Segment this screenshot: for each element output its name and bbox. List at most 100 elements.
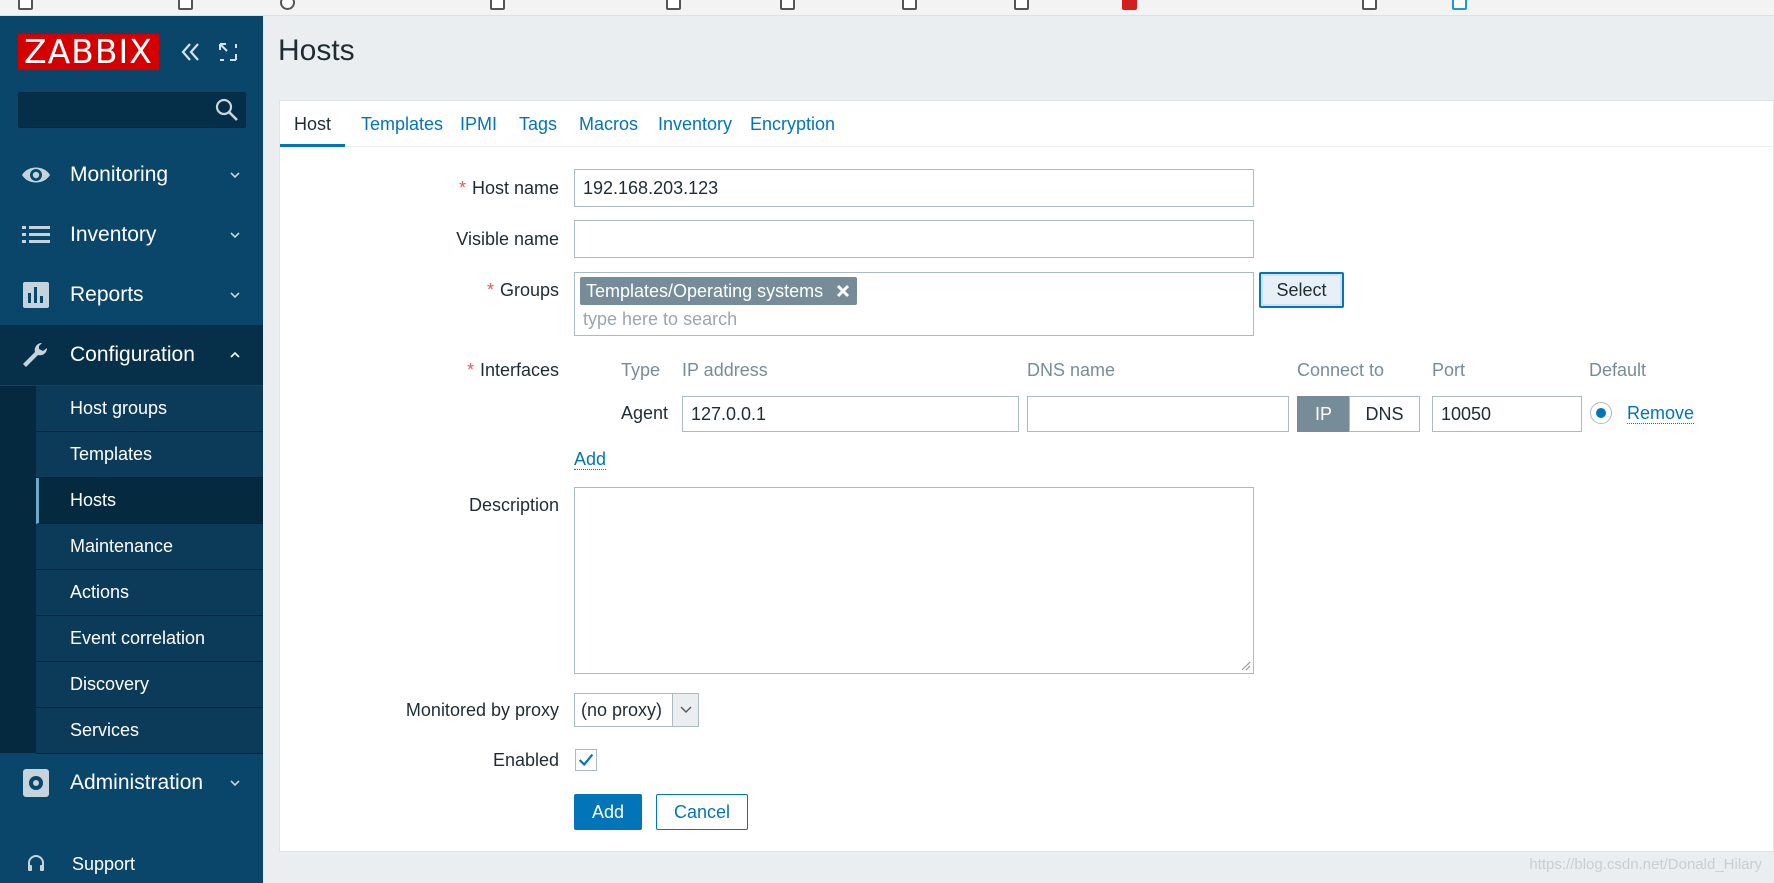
select-groups-button[interactable]: Select	[1259, 272, 1344, 308]
interfaces-label: * Interfaces	[466, 360, 559, 380]
folder-icon	[780, 0, 795, 10]
menu-configuration-label: Configuration	[70, 343, 195, 366]
submenu-item-hosts[interactable]: Hosts	[36, 478, 263, 524]
add-button[interactable]: Add	[574, 794, 642, 830]
add-interface-link[interactable]: Add	[574, 449, 607, 470]
tab-tags[interactable]: Tags	[505, 101, 571, 147]
menu-administration-label: Administration	[70, 771, 204, 794]
folder-icon	[1362, 0, 1377, 10]
submenu-item-services[interactable]: Services	[36, 708, 263, 754]
groups-search-input[interactable]: type here to search	[583, 309, 737, 330]
bookmark-item[interactable]	[1362, 0, 1377, 12]
bookmark-item[interactable]	[1452, 0, 1467, 12]
configuration-submenu: Host groups Templates Hosts Maintenance …	[0, 386, 263, 754]
chevron-down-icon	[230, 172, 240, 179]
interfaces-header-ip: IP address	[682, 360, 768, 380]
bookmark-item[interactable]	[1122, 0, 1137, 12]
folder-icon	[666, 0, 681, 10]
tab-bar: Host Templates IPMI Tags Macros Inventor…	[280, 101, 1774, 147]
chevron-down-icon	[230, 292, 240, 299]
interface-dns-input[interactable]	[1027, 396, 1289, 432]
cancel-button[interactable]: Cancel	[656, 794, 748, 830]
checkmark-icon	[578, 753, 594, 767]
menu-administration[interactable]: Administration	[0, 753, 263, 813]
tab-ipmi[interactable]: IPMI	[446, 101, 511, 147]
chevron-down-icon	[680, 706, 692, 713]
radio-selected-dot	[1596, 408, 1606, 418]
interfaces-header-type: Type	[621, 360, 661, 380]
list-icon	[22, 226, 50, 243]
enabled-label: Enabled	[492, 750, 559, 770]
default-interface-radio[interactable]	[1590, 402, 1612, 424]
folder-icon	[902, 0, 917, 10]
resize-handle-icon[interactable]	[1239, 659, 1251, 671]
groups-multiselect[interactable]: Templates/Operating systems type here to…	[574, 272, 1254, 336]
bookmark-item[interactable]	[178, 0, 193, 12]
interfaces-header-port: Port	[1432, 360, 1466, 380]
tab-inventory[interactable]: Inventory	[644, 101, 746, 147]
menu-inventory-label: Inventory	[70, 223, 157, 246]
folder-icon	[490, 0, 505, 10]
description-textarea[interactable]	[574, 487, 1254, 674]
submenu-item-event-correlation[interactable]: Event correlation	[36, 616, 263, 662]
submenu-item-actions[interactable]: Actions	[36, 570, 263, 616]
remove-tag-icon[interactable]	[835, 283, 851, 299]
submenu-item-host-groups[interactable]: Host groups	[36, 386, 263, 432]
enabled-checkbox[interactable]	[575, 749, 597, 771]
menu-reports-label: Reports	[70, 283, 144, 306]
eye-icon	[22, 167, 50, 183]
menu-reports[interactable]: Reports	[0, 265, 263, 325]
search-icon[interactable]	[214, 97, 240, 123]
menu-support-label: Support	[72, 853, 136, 874]
zabbix-logo[interactable]: ZABBIX	[18, 34, 159, 70]
bookmark-item[interactable]	[666, 0, 681, 12]
interface-port-input[interactable]: 10050	[1432, 396, 1582, 432]
site-icon	[1122, 0, 1137, 10]
connect-dns-toggle[interactable]: DNS	[1349, 396, 1420, 432]
tab-macros[interactable]: Macros	[565, 101, 652, 147]
bar-chart-icon	[23, 282, 49, 308]
host-name-input[interactable]: 192.168.203.123	[574, 169, 1254, 207]
chevron-up-icon	[230, 351, 240, 358]
host-name-label: * Host name	[458, 178, 559, 198]
wrench-icon	[23, 342, 48, 367]
dropdown-arrow	[672, 694, 698, 726]
bookmark-item[interactable]	[18, 0, 33, 12]
site-icon	[1452, 0, 1467, 10]
host-form-panel: Host Templates IPMI Tags Macros Inventor…	[279, 100, 1774, 852]
sidebar-search-input[interactable]	[18, 92, 246, 128]
sidebar: ZABBIX Monitoring Inventory Reports Conf…	[0, 16, 263, 883]
submenu-item-maintenance[interactable]: Maintenance	[36, 524, 263, 570]
menu-monitoring-label: Monitoring	[70, 163, 169, 186]
folder-icon	[18, 0, 33, 10]
submenu-rail	[0, 386, 36, 753]
connect-ip-toggle[interactable]: IP	[1297, 396, 1350, 432]
remove-interface-link[interactable]: Remove	[1627, 403, 1695, 424]
bookmark-item[interactable]	[490, 0, 505, 12]
bookmark-item[interactable]	[1014, 0, 1029, 12]
interfaces-header-default: Default	[1589, 360, 1647, 380]
chevron-down-icon	[230, 780, 240, 787]
proxy-select-value: (no proxy)	[581, 700, 663, 720]
interface-type-agent: Agent	[621, 403, 669, 423]
tab-host[interactable]: Host	[280, 101, 346, 147]
group-tag-label: Templates/Operating systems	[586, 281, 824, 301]
tab-templates[interactable]: Templates	[347, 101, 457, 147]
bookmark-item[interactable]	[780, 0, 795, 12]
proxy-select[interactable]: (no proxy)	[574, 693, 699, 727]
bookmark-item[interactable]	[280, 0, 295, 12]
menu-inventory[interactable]: Inventory	[0, 205, 263, 265]
folder-icon	[1014, 0, 1029, 10]
submenu-item-templates[interactable]: Templates	[36, 432, 263, 478]
interface-ip-input[interactable]: 127.0.0.1	[682, 396, 1019, 432]
kiosk-mode-icon[interactable]	[214, 38, 242, 66]
bookmark-item[interactable]	[902, 0, 917, 12]
collapse-sidebar-icon[interactable]	[176, 38, 204, 66]
menu-monitoring[interactable]: Monitoring	[0, 145, 263, 205]
menu-configuration[interactable]: Configuration	[0, 325, 263, 385]
menu-support[interactable]: Support	[0, 844, 263, 883]
submenu-item-discovery[interactable]: Discovery	[36, 662, 263, 708]
tab-encryption[interactable]: Encryption	[736, 101, 849, 147]
globe-icon	[280, 0, 295, 10]
visible-name-input[interactable]	[574, 220, 1254, 258]
